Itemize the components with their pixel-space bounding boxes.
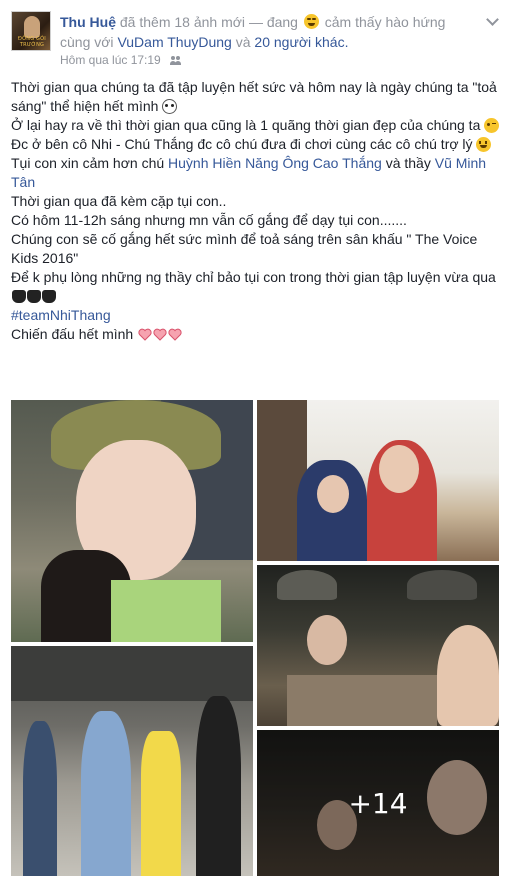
friends-icon[interactable] <box>170 56 182 65</box>
mention-ong-cao-thang[interactable]: Ông Cao Thắng <box>282 155 381 171</box>
raised-hands-icon <box>12 290 26 303</box>
child-shape <box>23 721 57 876</box>
action-text: đã thêm <box>119 14 171 30</box>
author-name[interactable]: Thu Huệ <box>60 14 116 30</box>
face-shape <box>307 615 347 665</box>
table-shape <box>287 675 437 726</box>
body-line-3: Đc ở bên cô Nhi - Chú Thắng đc cô chú đư… <box>11 135 501 154</box>
feeling-text: cảm thấy hào hứng <box>324 14 446 30</box>
author-avatar[interactable]: ĐỒNG GÓI TRƯỜNG <box>11 11 51 51</box>
photo-3[interactable] <box>257 565 499 726</box>
lamp-shape <box>277 570 337 600</box>
child-shape <box>141 731 181 876</box>
wink-emoji-icon <box>484 118 500 133</box>
feeling-separator: — đang <box>248 14 298 30</box>
body-line-8: Để k phụ lòng những ng thầy chỉ bảo tụi … <box>11 268 501 306</box>
raised-hands-icon <box>27 290 41 303</box>
lamp-shape <box>407 570 477 600</box>
heart-icon <box>138 328 152 341</box>
face-shape <box>437 625 499 726</box>
photo-4[interactable] <box>11 646 253 876</box>
feed-post: ĐỒNG GÓI TRƯỜNG Thu Huệ đã thêm 18 ảnh m… <box>0 0 510 876</box>
avatar-caption: ĐỒNG GÓI TRƯỜNG <box>18 36 46 48</box>
mention-huynh-hien-nang[interactable]: Huỳnh Hiền Năng <box>168 155 279 171</box>
post-body: Thời gian qua chúng ta đã tập luyện hết … <box>11 78 501 344</box>
post-meta: Hôm qua lúc 17:19 <box>60 53 182 67</box>
face-shape <box>317 475 349 513</box>
heart-icon <box>168 328 182 341</box>
ceiling-shape <box>11 646 253 701</box>
photo-1[interactable] <box>11 400 253 642</box>
body-line-7: Chúng con sẽ cố gắng hết sức mình để toả… <box>11 231 478 266</box>
body-line-10: Chiến đấu hết mình <box>11 325 501 344</box>
heart-icon <box>153 328 167 341</box>
raised-hands-icon <box>42 290 56 303</box>
child-shape <box>81 711 131 876</box>
avatar-figure <box>24 16 40 38</box>
photo-2[interactable] <box>257 400 499 561</box>
body-line-6: Có hôm 11-12h sáng nhưng mn vẫn cố gắng … <box>11 212 407 228</box>
more-photos-count: +14 <box>348 787 408 820</box>
post-timestamp[interactable]: Hôm qua lúc 17:19 <box>60 53 161 67</box>
face-shape <box>379 445 419 493</box>
body-line-4: Tụi con xin cảm hơn chú Huỳnh Hiền Năng … <box>11 155 487 190</box>
post-header: Thu Huệ đã thêm 18 ảnh mới — đang cảm th… <box>60 12 480 52</box>
top-shape <box>111 580 221 642</box>
and-text: và <box>235 34 251 50</box>
with-text: cùng với <box>60 34 114 50</box>
chevron-down-icon[interactable] <box>486 14 498 26</box>
others-link[interactable]: 20 người khác. <box>254 34 348 50</box>
photo-5[interactable]: +14 <box>257 730 499 876</box>
photo-count[interactable]: 18 ảnh mới <box>174 14 245 30</box>
body-line-1: Thời gian qua chúng ta đã tập luyện hết … <box>11 79 497 114</box>
hashtag-link[interactable]: #teamNhiThang <box>11 306 501 325</box>
tagged-friend-link[interactable]: VuDam ThuyDung <box>117 34 231 50</box>
child-shape <box>196 696 241 876</box>
body-line-5: Thời gian qua đã kèm cặp tụi con.. <box>11 193 227 209</box>
body-line-2: Ở lại hay ra về thì thời gian qua cũng l… <box>11 116 501 135</box>
smile-emoji-icon <box>476 137 492 152</box>
excited-face-icon <box>303 14 319 29</box>
panda-emoji-icon <box>162 99 178 114</box>
